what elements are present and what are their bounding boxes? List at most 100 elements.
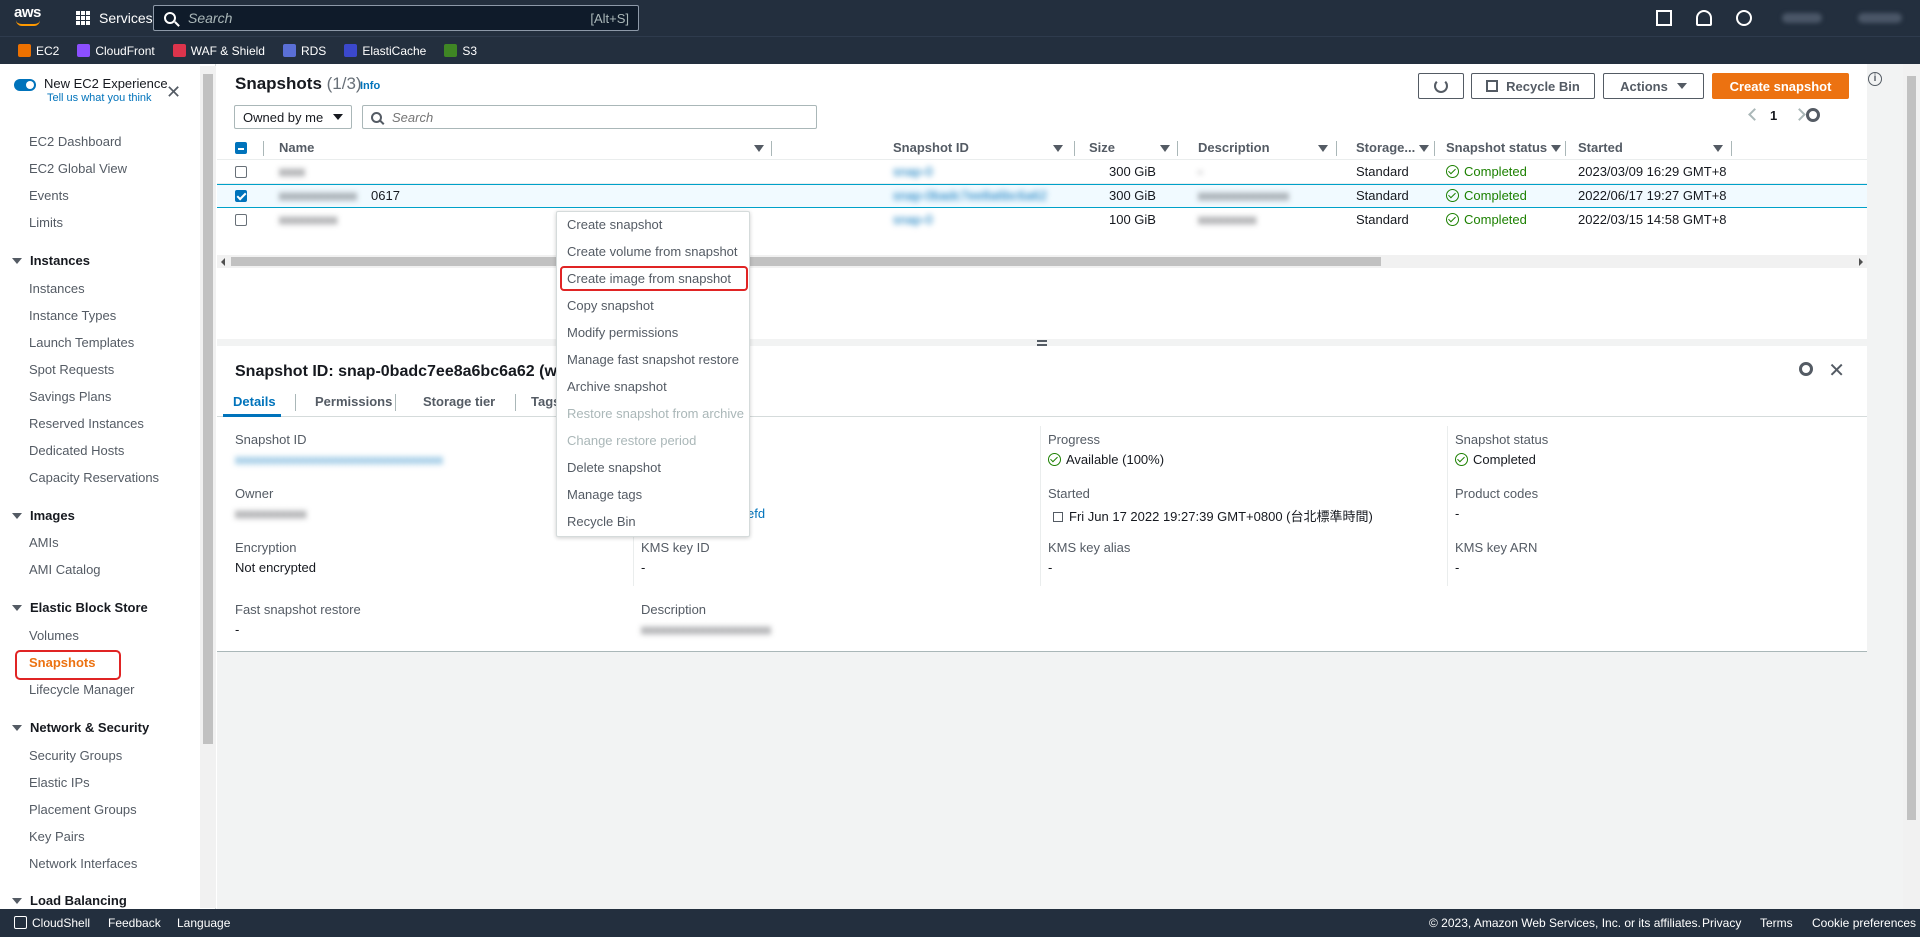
notifications-bell-icon[interactable]	[1696, 10, 1712, 26]
scroll-left-icon[interactable]	[221, 258, 225, 266]
table-row[interactable]: xxxx snap-0 300 GiB - Standard Completed…	[217, 160, 1867, 184]
next-page-icon[interactable]	[1793, 108, 1806, 121]
sort-icon[interactable]	[1160, 145, 1170, 152]
sidebar-item-ami-catalog[interactable]: AMI Catalog	[29, 562, 101, 577]
sidebar-section-elastic-block-store[interactable]: Elastic Block Store	[12, 600, 148, 615]
sort-icon[interactable]	[754, 145, 764, 152]
select-all-checkbox[interactable]	[235, 142, 247, 154]
actions-button[interactable]: Actions	[1603, 73, 1704, 99]
horizontal-scroll-thumb[interactable]	[231, 257, 1381, 266]
sidebar-item-instance-types[interactable]: Instance Types	[29, 308, 116, 323]
recycle-bin-button[interactable]: Recycle Bin	[1471, 73, 1595, 99]
sidebar-item-ec2-dashboard[interactable]: EC2 Dashboard	[29, 134, 122, 149]
snapshot-id-value[interactable]: xxxxxxxxxxxxxxxxxxxxxxxxxxxxxxxx	[235, 452, 555, 467]
help-icon[interactable]	[1736, 10, 1752, 26]
terms-link[interactable]: Terms	[1760, 916, 1793, 930]
row-checkbox[interactable]	[235, 190, 247, 202]
sidebar-item-lifecycle-manager[interactable]: Lifecycle Manager	[29, 682, 135, 697]
sidebar-item-launch-templates[interactable]: Launch Templates	[29, 335, 134, 350]
favorite-s3[interactable]: S3	[444, 44, 477, 58]
page-vertical-scrollbar[interactable]	[1903, 64, 1920, 909]
column-header-snapshot-status[interactable]: Snapshot status	[1446, 140, 1547, 155]
aws-logo[interactable]: aws	[14, 5, 48, 30]
language-link[interactable]: Language	[177, 916, 230, 930]
sidebar-scrollbar[interactable]	[200, 66, 216, 908]
snapshot-search-input[interactable]	[392, 109, 792, 125]
menu-item-archive-snapshot[interactable]: Archive snapshot	[567, 379, 667, 394]
column-header-description[interactable]: Description	[1198, 140, 1270, 155]
sidebar-item-elastic-ips[interactable]: Elastic IPs	[29, 775, 90, 790]
tab-storage-tier[interactable]: Storage tier	[423, 394, 495, 409]
sidebar-section-instances[interactable]: Instances	[12, 253, 90, 268]
cloudshell-button[interactable]: CloudShell	[14, 916, 90, 930]
sidebar-item-reserved-instances[interactable]: Reserved Instances	[29, 416, 144, 431]
account-menu[interactable]	[1782, 13, 1822, 23]
snapshot-id-link[interactable]: snap-0badc7ee8a6bc6a62	[893, 188, 1047, 203]
privacy-link[interactable]: Privacy	[1702, 916, 1741, 930]
sort-icon[interactable]	[1053, 145, 1063, 152]
close-details-icon[interactable]: ✕	[1828, 358, 1845, 383]
menu-item-modify-permissions[interactable]: Modify permissions	[567, 325, 678, 340]
sidebar-item-dedicated-hosts[interactable]: Dedicated Hosts	[29, 443, 124, 458]
region-menu[interactable]	[1858, 13, 1902, 23]
sidebar-scroll-thumb[interactable]	[203, 74, 213, 744]
column-header-storage[interactable]: Storage...	[1356, 140, 1415, 155]
sidebar-item-security-groups[interactable]: Security Groups	[29, 748, 122, 763]
previous-page-icon[interactable]	[1748, 108, 1761, 121]
feedback-link[interactable]: Tell us what you think	[47, 92, 168, 104]
services-menu-button[interactable]: Services	[76, 8, 153, 28]
sort-icon[interactable]	[1551, 145, 1561, 152]
feedback-link[interactable]: Feedback	[108, 916, 161, 930]
menu-item-create-snapshot[interactable]: Create snapshot	[567, 217, 662, 232]
column-header-size[interactable]: Size	[1089, 140, 1115, 155]
favorite-cloudfront[interactable]: CloudFront	[77, 44, 155, 58]
sidebar-item-volumes[interactable]: Volumes	[29, 628, 79, 643]
menu-item-create-image-from-snapshot[interactable]: Create image from snapshot	[567, 271, 731, 286]
menu-item-delete-snapshot[interactable]: Delete snapshot	[567, 460, 661, 475]
table-row[interactable]: xxxxxxxxx snap-0 100 GiB xxxxxxxxx Stand…	[217, 208, 1867, 232]
sidebar-item-placement-groups[interactable]: Placement Groups	[29, 802, 137, 817]
sidebar-item-capacity-reservations[interactable]: Capacity Reservations	[29, 470, 159, 485]
sort-icon[interactable]	[1419, 145, 1429, 152]
snapshot-filter[interactable]	[362, 105, 817, 129]
cloudshell-icon[interactable]	[1656, 10, 1672, 26]
sidebar-section-images[interactable]: Images	[12, 508, 75, 523]
sidebar-item-spot-requests[interactable]: Spot Requests	[29, 362, 114, 377]
row-checkbox[interactable]	[235, 214, 247, 226]
create-snapshot-button[interactable]: Create snapshot	[1712, 73, 1849, 99]
sidebar-item-limits[interactable]: Limits	[29, 215, 63, 230]
favorite-waf-shield[interactable]: WAF & Shield	[172, 44, 265, 58]
favorite-ec2[interactable]: EC2	[18, 44, 59, 58]
tab-permissions[interactable]: Permissions	[315, 394, 392, 409]
column-header-snapshot-id[interactable]: Snapshot ID	[893, 140, 969, 155]
refresh-button[interactable]	[1418, 73, 1464, 99]
info-link[interactable]: Info	[360, 80, 380, 92]
sidebar-item-savings-plans[interactable]: Savings Plans	[29, 389, 111, 404]
table-row[interactable]: xxxxxxxxxxxx 0617 snap-0badc7ee8a6bc6a62 …	[217, 184, 1867, 208]
close-sidebar-icon[interactable]: ✕	[166, 82, 181, 103]
sidebar-item-network-interfaces[interactable]: Network Interfaces	[29, 856, 137, 871]
cookie-preferences-link[interactable]: Cookie preferences	[1812, 916, 1916, 930]
sidebar-section-load-balancing[interactable]: Load Balancing	[12, 893, 127, 908]
copy-icon[interactable]	[1053, 512, 1063, 522]
snapshot-id-link[interactable]: snap-0	[893, 212, 933, 227]
row-checkbox[interactable]	[235, 166, 247, 178]
sort-icon[interactable]	[1713, 145, 1723, 152]
table-horizontal-scrollbar[interactable]	[217, 255, 1867, 268]
scroll-right-icon[interactable]	[1859, 258, 1863, 266]
menu-item-manage-fast-snapshot-restore[interactable]: Manage fast snapshot restore	[567, 352, 739, 367]
menu-item-recycle-bin[interactable]: Recycle Bin	[567, 514, 636, 529]
sidebar-item-events[interactable]: Events	[29, 188, 69, 203]
menu-item-copy-snapshot[interactable]: Copy snapshot	[567, 298, 654, 313]
tab-details[interactable]: Details	[233, 394, 276, 409]
column-header-started[interactable]: Started	[1578, 140, 1623, 155]
page-scroll-thumb[interactable]	[1907, 76, 1916, 820]
favorite-elasticache[interactable]: ElastiCache	[344, 44, 426, 58]
sidebar-item-ec2-global-view[interactable]: EC2 Global View	[29, 161, 127, 176]
sidebar-section-network-security[interactable]: Network & Security	[12, 720, 149, 735]
info-panel-icon[interactable]: i	[1868, 72, 1882, 86]
new-experience-toggle[interactable]	[14, 79, 36, 91]
snapshot-id-link[interactable]: snap-0	[893, 164, 933, 179]
menu-item-manage-tags[interactable]: Manage tags	[567, 487, 642, 502]
owner-filter-select[interactable]: Owned by me	[234, 105, 352, 129]
